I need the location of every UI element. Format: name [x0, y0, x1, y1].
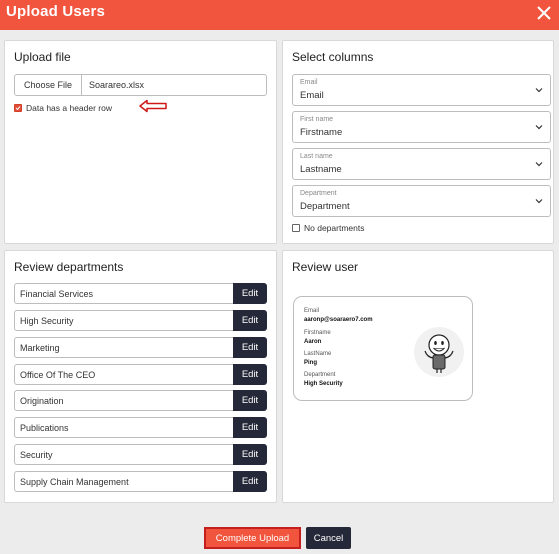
department-row: Marketing Edit: [14, 337, 267, 358]
chevron-down-icon: [535, 162, 543, 167]
review-user-title: Review user: [292, 260, 359, 274]
select-value: Email: [300, 90, 324, 101]
department-row: Origination Edit: [14, 390, 267, 411]
edit-department-button[interactable]: Edit: [233, 337, 267, 358]
edit-department-button[interactable]: Edit: [233, 390, 267, 411]
select-value: Department: [300, 201, 350, 212]
department-name: Financial Services: [14, 283, 234, 304]
header-row-checkbox[interactable]: [14, 104, 22, 112]
chevron-down-icon: [535, 88, 543, 93]
department-name: Publications: [14, 417, 234, 438]
no-departments-checkbox[interactable]: [292, 224, 300, 232]
select-value: Lastname: [300, 164, 342, 175]
department-name: Origination: [14, 390, 234, 411]
email-value: aaronp@soaraero7.com: [304, 317, 373, 323]
cancel-button[interactable]: Cancel: [306, 527, 351, 549]
dialog-header: Upload Users: [0, 0, 559, 30]
lastname-column-select[interactable]: Last name Lastname: [292, 148, 551, 180]
dialog-title: Upload Users: [6, 3, 106, 20]
department-row: Financial Services Edit: [14, 283, 267, 304]
complete-upload-button[interactable]: Complete Upload: [204, 527, 301, 549]
review-user-panel: Review user Email aaronp@soaraero7.com F…: [282, 250, 554, 503]
department-name: Office Of The CEO: [14, 364, 234, 385]
firstname-label: Firstname: [304, 330, 331, 336]
department-name: Marketing: [14, 337, 234, 358]
avatar: [414, 327, 464, 377]
select-columns-panel: Select columns Email Email First name Fi…: [282, 40, 554, 244]
avatar-icon: [424, 334, 454, 373]
firstname-column-select[interactable]: First name Firstname: [292, 111, 551, 143]
firstname-value: Aaron: [304, 339, 322, 345]
edit-department-button[interactable]: Edit: [233, 364, 267, 385]
user-card: Email aaronp@soaraero7.com Firstname Aar…: [293, 296, 473, 401]
edit-department-button[interactable]: Edit: [233, 283, 267, 304]
chevron-down-icon: [535, 125, 543, 130]
header-row-label: Data has a header row: [26, 103, 112, 113]
file-input[interactable]: Choose File Soarareo.xlsx: [14, 74, 267, 96]
department-row: High Security Edit: [14, 310, 267, 331]
email-label: Email: [304, 308, 320, 314]
department-row: Publications Edit: [14, 417, 267, 438]
upload-file-title: Upload file: [14, 50, 71, 64]
select-label: First name: [300, 116, 334, 123]
choose-file-button[interactable]: Choose File: [15, 75, 82, 95]
left-arrow-icon: [139, 99, 167, 113]
department-column-select[interactable]: Department Department: [292, 185, 551, 217]
department-row: Supply Chain Management Edit: [14, 471, 267, 492]
select-label: Email: [300, 79, 318, 86]
close-icon[interactable]: [535, 4, 553, 22]
select-label: Department: [300, 190, 337, 197]
edit-department-button[interactable]: Edit: [233, 471, 267, 492]
select-label: Last name: [300, 153, 333, 160]
department-row: Security Edit: [14, 444, 267, 465]
no-departments-option[interactable]: No departments: [292, 223, 364, 233]
upload-file-panel: Upload file Choose File Soarareo.xlsx Da…: [4, 40, 277, 244]
lastname-value: Ping: [304, 360, 317, 366]
email-column-select[interactable]: Email Email: [292, 74, 551, 106]
select-columns-title: Select columns: [292, 50, 374, 64]
department-row: Office Of The CEO Edit: [14, 364, 267, 385]
department-name: Security: [14, 444, 234, 465]
edit-department-button[interactable]: Edit: [233, 444, 267, 465]
department-value: High Security: [304, 381, 343, 387]
check-icon: [15, 106, 21, 111]
department-label: Department: [304, 372, 336, 378]
department-name: High Security: [14, 310, 234, 331]
header-row-option[interactable]: Data has a header row: [14, 102, 112, 114]
chevron-down-icon: [535, 199, 543, 204]
review-departments-title: Review departments: [14, 260, 124, 274]
lastname-label: LastName: [304, 351, 332, 357]
no-departments-label: No departments: [304, 223, 365, 233]
edit-department-button[interactable]: Edit: [233, 417, 267, 438]
department-name: Supply Chain Management: [14, 471, 234, 492]
file-name: Soarareo.xlsx: [89, 80, 145, 90]
select-value: Firstname: [300, 127, 343, 138]
edit-department-button[interactable]: Edit: [233, 310, 267, 331]
review-departments-panel: Review departments Financial Services Ed…: [4, 250, 277, 503]
